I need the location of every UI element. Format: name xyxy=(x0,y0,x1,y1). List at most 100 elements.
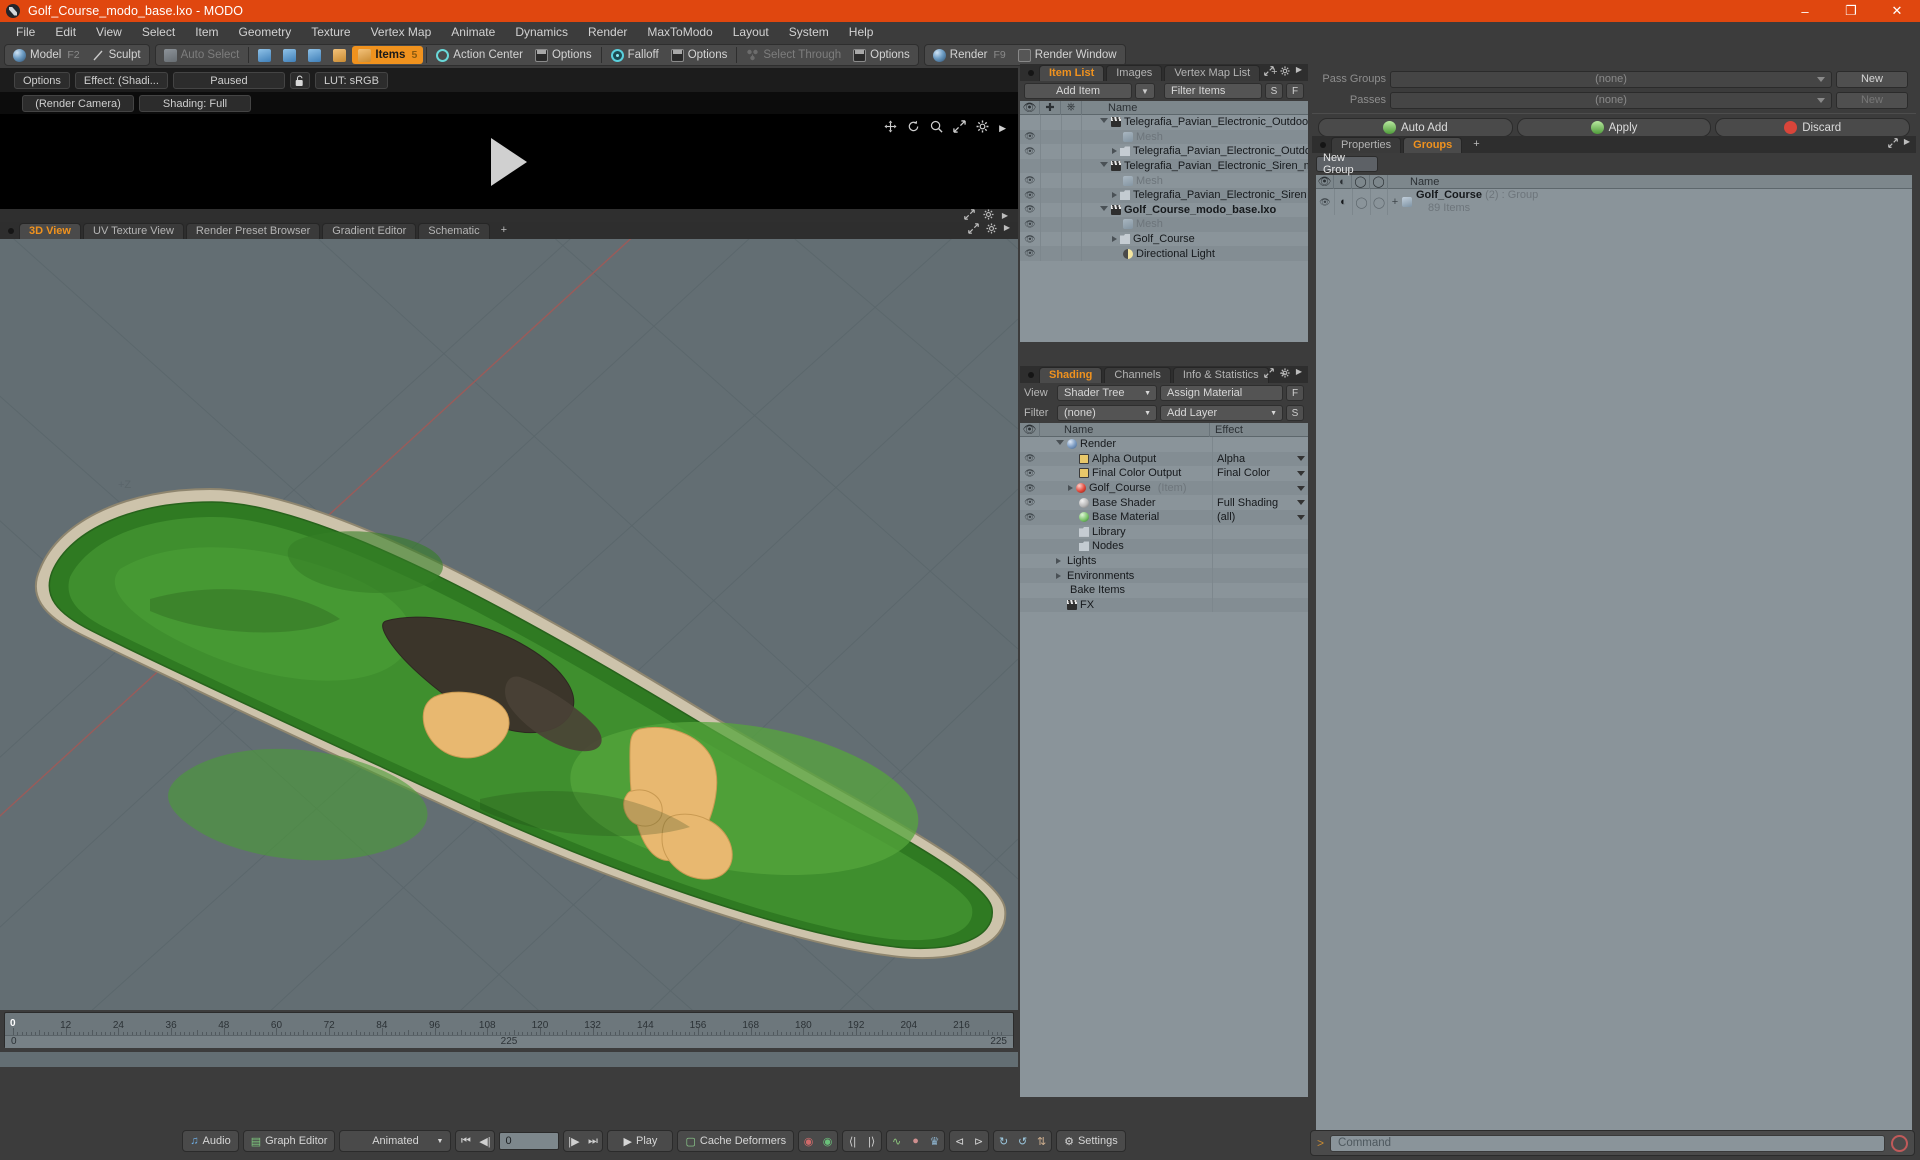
panel-menu-dot[interactable] xyxy=(1320,142,1326,148)
skip-end-icon[interactable]: ⏭ xyxy=(583,1131,602,1151)
axis-cell[interactable] xyxy=(1061,231,1082,247)
preview-effect-button[interactable]: Effect: (Shadi... xyxy=(74,71,168,89)
gear-icon[interactable] xyxy=(1280,367,1290,381)
record-icon[interactable] xyxy=(1891,1134,1908,1152)
column-shade[interactable]: ◐ xyxy=(1334,174,1352,189)
eye-icon[interactable]: 👁 xyxy=(1020,131,1040,142)
eye-icon[interactable]: 👁 xyxy=(1020,219,1040,230)
audio-button[interactable]: ♫ Audio xyxy=(182,1130,239,1152)
shader-tree-row[interactable]: 👁 Alpha Output Alpha xyxy=(1020,451,1308,467)
current-frame-input[interactable]: 0 xyxy=(499,1132,560,1150)
preview-canvas[interactable]: ▶ xyxy=(0,114,1018,209)
rotate-icon[interactable] xyxy=(907,120,920,136)
shade-icon[interactable]: ◐ xyxy=(1334,189,1352,215)
panel-menu-dot[interactable] xyxy=(1028,70,1034,76)
shader-name-cell[interactable]: Environments xyxy=(1040,570,1212,582)
column-name[interactable]: Name xyxy=(1082,101,1308,115)
eye-icon[interactable]: 👁 xyxy=(1020,190,1040,201)
maximize-button[interactable]: ❐ xyxy=(1828,0,1874,22)
lock-cell[interactable] xyxy=(1040,173,1061,188)
shader-name-cell[interactable]: Alpha Output xyxy=(1040,453,1212,465)
lock-cell[interactable] xyxy=(1040,217,1061,232)
eye-icon[interactable]: 👁 xyxy=(1020,497,1040,508)
vertex-mode-button[interactable] xyxy=(252,46,277,64)
shader-effect-cell[interactable] xyxy=(1212,480,1308,496)
preview-shading-button[interactable]: Shading: Full xyxy=(139,94,251,112)
tab-properties[interactable]: Properties xyxy=(1331,137,1402,153)
item-list-row[interactable]: 👁 Telegrafia_Pavian_Electronic_Outdoor_ .… xyxy=(1020,144,1308,159)
shader-tree-row[interactable]: 👁 Golf_Course (Item) xyxy=(1020,480,1308,496)
panel-menu-dot[interactable] xyxy=(1028,372,1034,378)
menu-view[interactable]: View xyxy=(86,22,132,42)
chevron-down-icon[interactable] xyxy=(1297,514,1305,520)
column-render[interactable]: ◯ xyxy=(1370,174,1388,189)
lock-cell[interactable] xyxy=(1040,187,1061,203)
action-center-options-button[interactable]: Options xyxy=(529,46,598,64)
step-back-icon[interactable]: ◀| xyxy=(475,1131,494,1151)
column-lock[interactable]: ✚ xyxy=(1040,100,1061,115)
chevron-down-icon[interactable] xyxy=(1297,470,1305,476)
preview-options-button[interactable]: Options xyxy=(14,71,70,89)
passes-select[interactable]: (none) xyxy=(1390,91,1832,109)
pass-groups-new-button[interactable]: New xyxy=(1836,70,1908,88)
chevron-right-icon[interactable]: ▶ xyxy=(999,123,1006,134)
shader-name-cell[interactable]: Library xyxy=(1040,526,1212,538)
tab-item-list[interactable]: Item List xyxy=(1039,65,1105,81)
menu-layout[interactable]: Layout xyxy=(723,22,779,42)
minimize-button[interactable]: – xyxy=(1782,0,1828,22)
eye-icon[interactable]: 👁 xyxy=(1020,512,1040,523)
shader-tree-row[interactable]: 👁 Base Shader Full Shading xyxy=(1020,495,1308,510)
move-icon[interactable] xyxy=(884,120,897,136)
key-auto-icon[interactable]: ◉ xyxy=(818,1131,837,1151)
column-wire[interactable]: ◯ xyxy=(1352,174,1370,189)
column-effect[interactable]: Effect xyxy=(1210,423,1308,437)
cache-deformers-button[interactable]: ▢ Cache Deformers xyxy=(677,1130,795,1152)
polygon-mode-button[interactable] xyxy=(302,46,327,64)
lock-cell[interactable] xyxy=(1040,202,1061,218)
column-visibility[interactable]: 👁 xyxy=(1316,174,1334,189)
twirl-down-icon[interactable] xyxy=(1100,118,1108,126)
tab-schematic[interactable]: Schematic xyxy=(418,223,490,239)
item-list-row[interactable]: Telegrafia_Pavian_Electronic_Siren_modo … xyxy=(1020,158,1308,174)
axis-cell[interactable] xyxy=(1061,144,1082,159)
shader-effect-cell[interactable]: Full Shading xyxy=(1212,495,1308,510)
fit-icon[interactable] xyxy=(1263,65,1274,79)
assign-material-button[interactable]: Assign Material xyxy=(1160,385,1283,401)
item-name-cell[interactable]: Telegrafia_Pavian_Electronic_Outdoor_Sir… xyxy=(1082,116,1308,128)
step-forward-icon[interactable]: |▶ xyxy=(564,1131,583,1151)
tab-gradient-editor[interactable]: Gradient Editor xyxy=(322,223,417,239)
play-icon[interactable] xyxy=(491,137,527,186)
eye-icon[interactable]: 👁 xyxy=(1020,175,1040,186)
tab-info-statistics[interactable]: Info & Statistics xyxy=(1172,367,1269,383)
menu-item[interactable]: Item xyxy=(185,22,228,42)
item-list-row[interactable]: 👁 Mesh xyxy=(1020,173,1308,188)
shader-name-cell[interactable]: Golf_Course (Item) xyxy=(1040,482,1212,494)
eye-icon[interactable]: 👁 xyxy=(1020,453,1040,464)
twirl-right-icon[interactable] xyxy=(1112,236,1117,243)
item-list-row[interactable]: 👁 Directional Light xyxy=(1020,246,1308,261)
shader-name-cell[interactable]: Nodes xyxy=(1040,540,1212,552)
menu-vertex-map[interactable]: Vertex Map xyxy=(361,22,442,42)
tab-render-preset-browser[interactable]: Render Preset Browser xyxy=(185,223,321,239)
action-center-button[interactable]: Action Center xyxy=(430,46,529,64)
chevron-right-icon[interactable]: ▶ xyxy=(1904,137,1910,151)
item-list-row[interactable]: 👁 Golf_Course_modo_base.lxo xyxy=(1020,202,1308,218)
tab-images[interactable]: Images xyxy=(1106,65,1163,81)
twirl-down-icon[interactable] xyxy=(1100,162,1108,170)
tab-uv-texture-view[interactable]: UV Texture View xyxy=(83,223,184,239)
menu-render[interactable]: Render xyxy=(578,22,637,42)
eye-icon[interactable]: 👁 xyxy=(1316,197,1334,208)
tab-3d-view[interactable]: 3D View xyxy=(19,223,81,239)
twirl-down-icon[interactable] xyxy=(1056,440,1064,448)
select-through-button[interactable]: Select Through xyxy=(740,46,847,64)
twirl-right-icon[interactable] xyxy=(1056,558,1061,565)
gear-icon[interactable] xyxy=(976,120,989,136)
expand-plus-icon[interactable]: + xyxy=(1388,196,1402,208)
shader-tree-row[interactable]: 👁 Base Material (all) xyxy=(1020,509,1308,525)
chevron-down-icon[interactable] xyxy=(1297,485,1305,491)
snap-end-icon[interactable]: ⊳ xyxy=(969,1131,988,1151)
add-item-dropdown[interactable]: ▼ xyxy=(1135,83,1155,99)
new-group-button[interactable]: New Group xyxy=(1316,152,1378,176)
item-name-cell[interactable]: Mesh xyxy=(1082,131,1163,143)
fit-icon[interactable] xyxy=(953,120,966,136)
